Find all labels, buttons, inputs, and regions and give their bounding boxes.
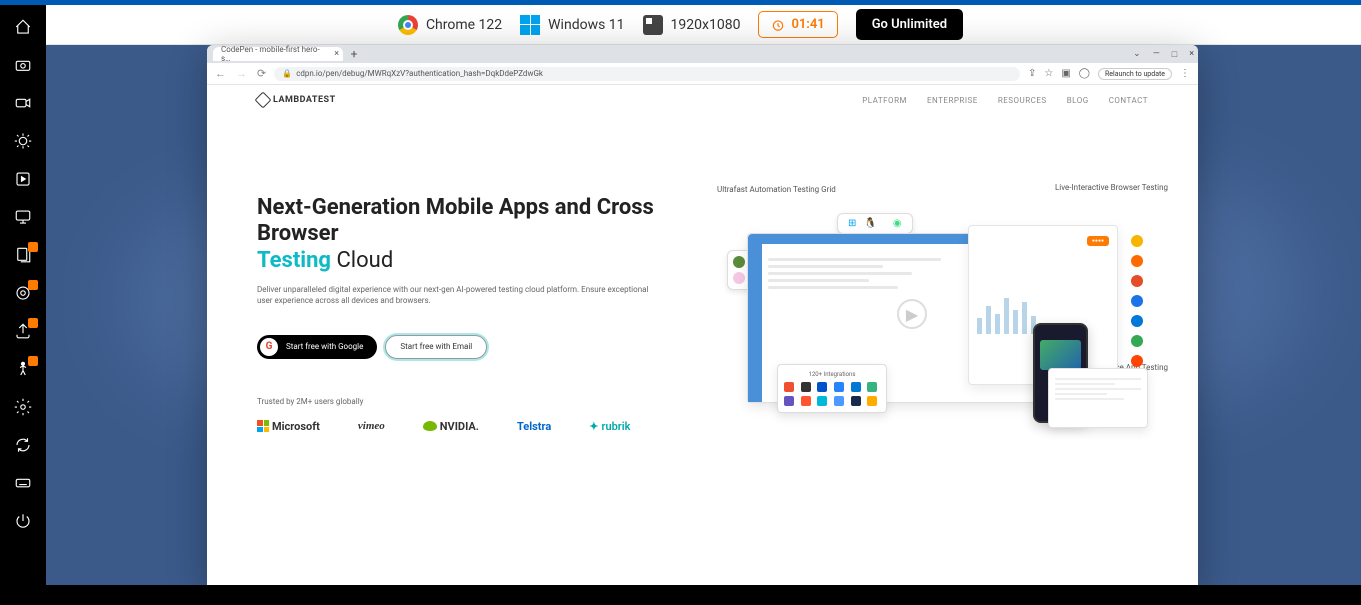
logo-icon xyxy=(255,92,272,109)
bottom-bar xyxy=(46,585,1361,605)
hero-left: Next-Generation Mobile Apps and Cross Br… xyxy=(257,195,677,433)
window-controls: ⌄ — □ × xyxy=(1133,49,1194,60)
browser-info: Chrome 122 xyxy=(398,15,502,35)
resolution-icon xyxy=(643,15,663,35)
hero-illustration: Ultrafast Automation Testing Grid Live-I… xyxy=(707,195,1148,433)
video-icon[interactable] xyxy=(13,93,33,113)
tab-title: CodePen - mobile-first hero-s… xyxy=(221,45,323,63)
resolution-label: 1920x1080 xyxy=(671,17,741,33)
chrome-icon xyxy=(398,15,418,35)
hero-buttons: G Start free with Google Start free with… xyxy=(257,335,677,359)
hero-title-line1: Next-Generation Mobile Apps and Cross Br… xyxy=(257,195,654,246)
location-icon[interactable] xyxy=(13,283,33,303)
btn-google-label: Start free with Google xyxy=(286,342,363,351)
android-os-icon: ◉ xyxy=(893,218,902,229)
hero-section: Next-Generation Mobile Apps and Cross Br… xyxy=(207,115,1198,433)
mock-card xyxy=(1048,368,1148,428)
browser-window: CodePen - mobile-first hero-s… × + ⌄ — □… xyxy=(207,45,1198,585)
rubrik-icon: ✦ xyxy=(589,420,598,433)
extension-icon[interactable]: ▣ xyxy=(1061,68,1070,79)
url-text: cdpn.io/pen/debug/MWRqXzV?authentication… xyxy=(296,69,543,78)
start-google-button[interactable]: G Start free with Google xyxy=(257,335,377,359)
nav-contact[interactable]: CONTACT xyxy=(1109,96,1148,105)
camera-icon[interactable] xyxy=(13,55,33,75)
settings-icon[interactable] xyxy=(13,397,33,417)
microsoft-icon xyxy=(257,420,269,432)
keyboard-icon[interactable] xyxy=(13,473,33,493)
power-icon[interactable] xyxy=(13,511,33,531)
trusted-text: Trusted by 2M+ users globally xyxy=(257,397,677,406)
dropdown-icon[interactable]: ⌄ xyxy=(1133,49,1141,60)
new-tab-button[interactable]: + xyxy=(347,47,361,61)
maximize-icon[interactable]: □ xyxy=(1172,49,1177,60)
home-icon[interactable] xyxy=(13,17,33,37)
browser-label: Chrome 122 xyxy=(426,17,502,33)
star-icon[interactable]: ☆ xyxy=(1044,68,1053,79)
profile-icon[interactable]: ◯ xyxy=(1079,68,1090,79)
reload-icon[interactable]: ⟳ xyxy=(257,67,266,80)
os-info: Windows 11 xyxy=(520,15,624,35)
hero-description: Deliver unparalleled digital experience … xyxy=(257,284,657,306)
nav-resources[interactable]: RESOURCES xyxy=(998,96,1047,105)
forward-icon[interactable]: → xyxy=(236,67,247,80)
monitor-icon[interactable] xyxy=(13,207,33,227)
brand-logos: Microsoft vimeo NVIDIA. Telstra ✦ rubrik xyxy=(257,420,677,433)
windows-icon xyxy=(520,15,540,35)
callout-automation: Ultrafast Automation Testing Grid xyxy=(717,185,836,195)
site-nav: LAMBDATEST PLATFORM ENTERPRISE RESOURCES… xyxy=(207,85,1198,115)
linux-os-icon: 🐧 xyxy=(864,218,876,229)
brand-nvidia: NVIDIA. xyxy=(423,420,479,433)
logo-text: LAMBDATEST xyxy=(273,95,336,105)
top-toolbar: Chrome 122 Windows 11 1920x1080 01:41 Go… xyxy=(0,5,1361,45)
refresh-icon[interactable] xyxy=(13,435,33,455)
play-square-icon[interactable] xyxy=(13,169,33,189)
nav-links: PLATFORM ENTERPRISE RESOURCES BLOG CONTA… xyxy=(862,96,1148,105)
address-bar: ← → ⟳ 🔒 cdpn.io/pen/debug/MWRqXzV?authen… xyxy=(207,63,1198,85)
nav-enterprise[interactable]: ENTERPRISE xyxy=(927,96,978,105)
callout-live: Live-Interactive Browser Testing xyxy=(1055,183,1168,193)
hero-title-light: Cloud xyxy=(336,248,393,273)
hero-title-accent: Testing xyxy=(257,248,331,273)
stopwatch-icon xyxy=(771,18,785,32)
left-sidebar xyxy=(0,5,46,605)
brand-microsoft: Microsoft xyxy=(257,420,320,433)
menu-icon[interactable]: ⋮ xyxy=(1180,68,1190,79)
nav-platform[interactable]: PLATFORM xyxy=(862,96,907,105)
brand-telstra: Telstra xyxy=(517,420,551,433)
mock-integrations: 120+ Integrations xyxy=(777,364,887,413)
upload-icon[interactable] xyxy=(13,321,33,341)
files-icon[interactable] xyxy=(13,245,33,265)
timer-value: 01:41 xyxy=(791,17,824,32)
start-email-button[interactable]: Start free with Email xyxy=(385,335,487,359)
tab-close-icon[interactable]: × xyxy=(334,49,339,59)
browser-tab[interactable]: CodePen - mobile-first hero-s… × xyxy=(213,47,343,61)
nvidia-icon xyxy=(423,421,437,431)
timer-button[interactable]: 01:41 xyxy=(758,11,837,38)
page-content: LAMBDATEST PLATFORM ENTERPRISE RESOURCES… xyxy=(207,85,1198,585)
windows-os-icon: ⊞ xyxy=(848,218,856,229)
close-icon[interactable]: × xyxy=(1189,49,1194,60)
os-selector: ⊞ 🐧 ◉ xyxy=(837,213,913,234)
bug-icon[interactable] xyxy=(13,131,33,151)
back-icon[interactable]: ← xyxy=(215,67,226,80)
os-label: Windows 11 xyxy=(548,17,624,33)
nav-blog[interactable]: BLOG xyxy=(1067,96,1089,105)
relaunch-button[interactable]: Relaunch to update xyxy=(1098,68,1172,80)
google-icon: G xyxy=(260,338,278,356)
brand-vimeo: vimeo xyxy=(358,420,385,432)
hero-title: Next-Generation Mobile Apps and Cross Br… xyxy=(257,195,677,274)
share-icon[interactable]: ⇪ xyxy=(1028,68,1036,79)
brand-rubrik: ✦ rubrik xyxy=(589,420,630,433)
browser-icons-column xyxy=(1131,235,1143,367)
url-field[interactable]: 🔒 cdpn.io/pen/debug/MWRqXzV?authenticati… xyxy=(274,67,1020,81)
accessibility-icon[interactable] xyxy=(13,359,33,379)
minimize-icon[interactable]: — xyxy=(1153,49,1160,60)
resolution-info: 1920x1080 xyxy=(643,15,741,35)
site-logo[interactable]: LAMBDATEST xyxy=(257,94,336,106)
go-unlimited-button[interactable]: Go Unlimited xyxy=(856,9,963,40)
integrations-title: 120+ Integrations xyxy=(784,371,880,378)
browser-tabs-bar: CodePen - mobile-first hero-s… × + ⌄ — □… xyxy=(207,45,1198,63)
lock-icon: 🔒 xyxy=(282,69,292,78)
